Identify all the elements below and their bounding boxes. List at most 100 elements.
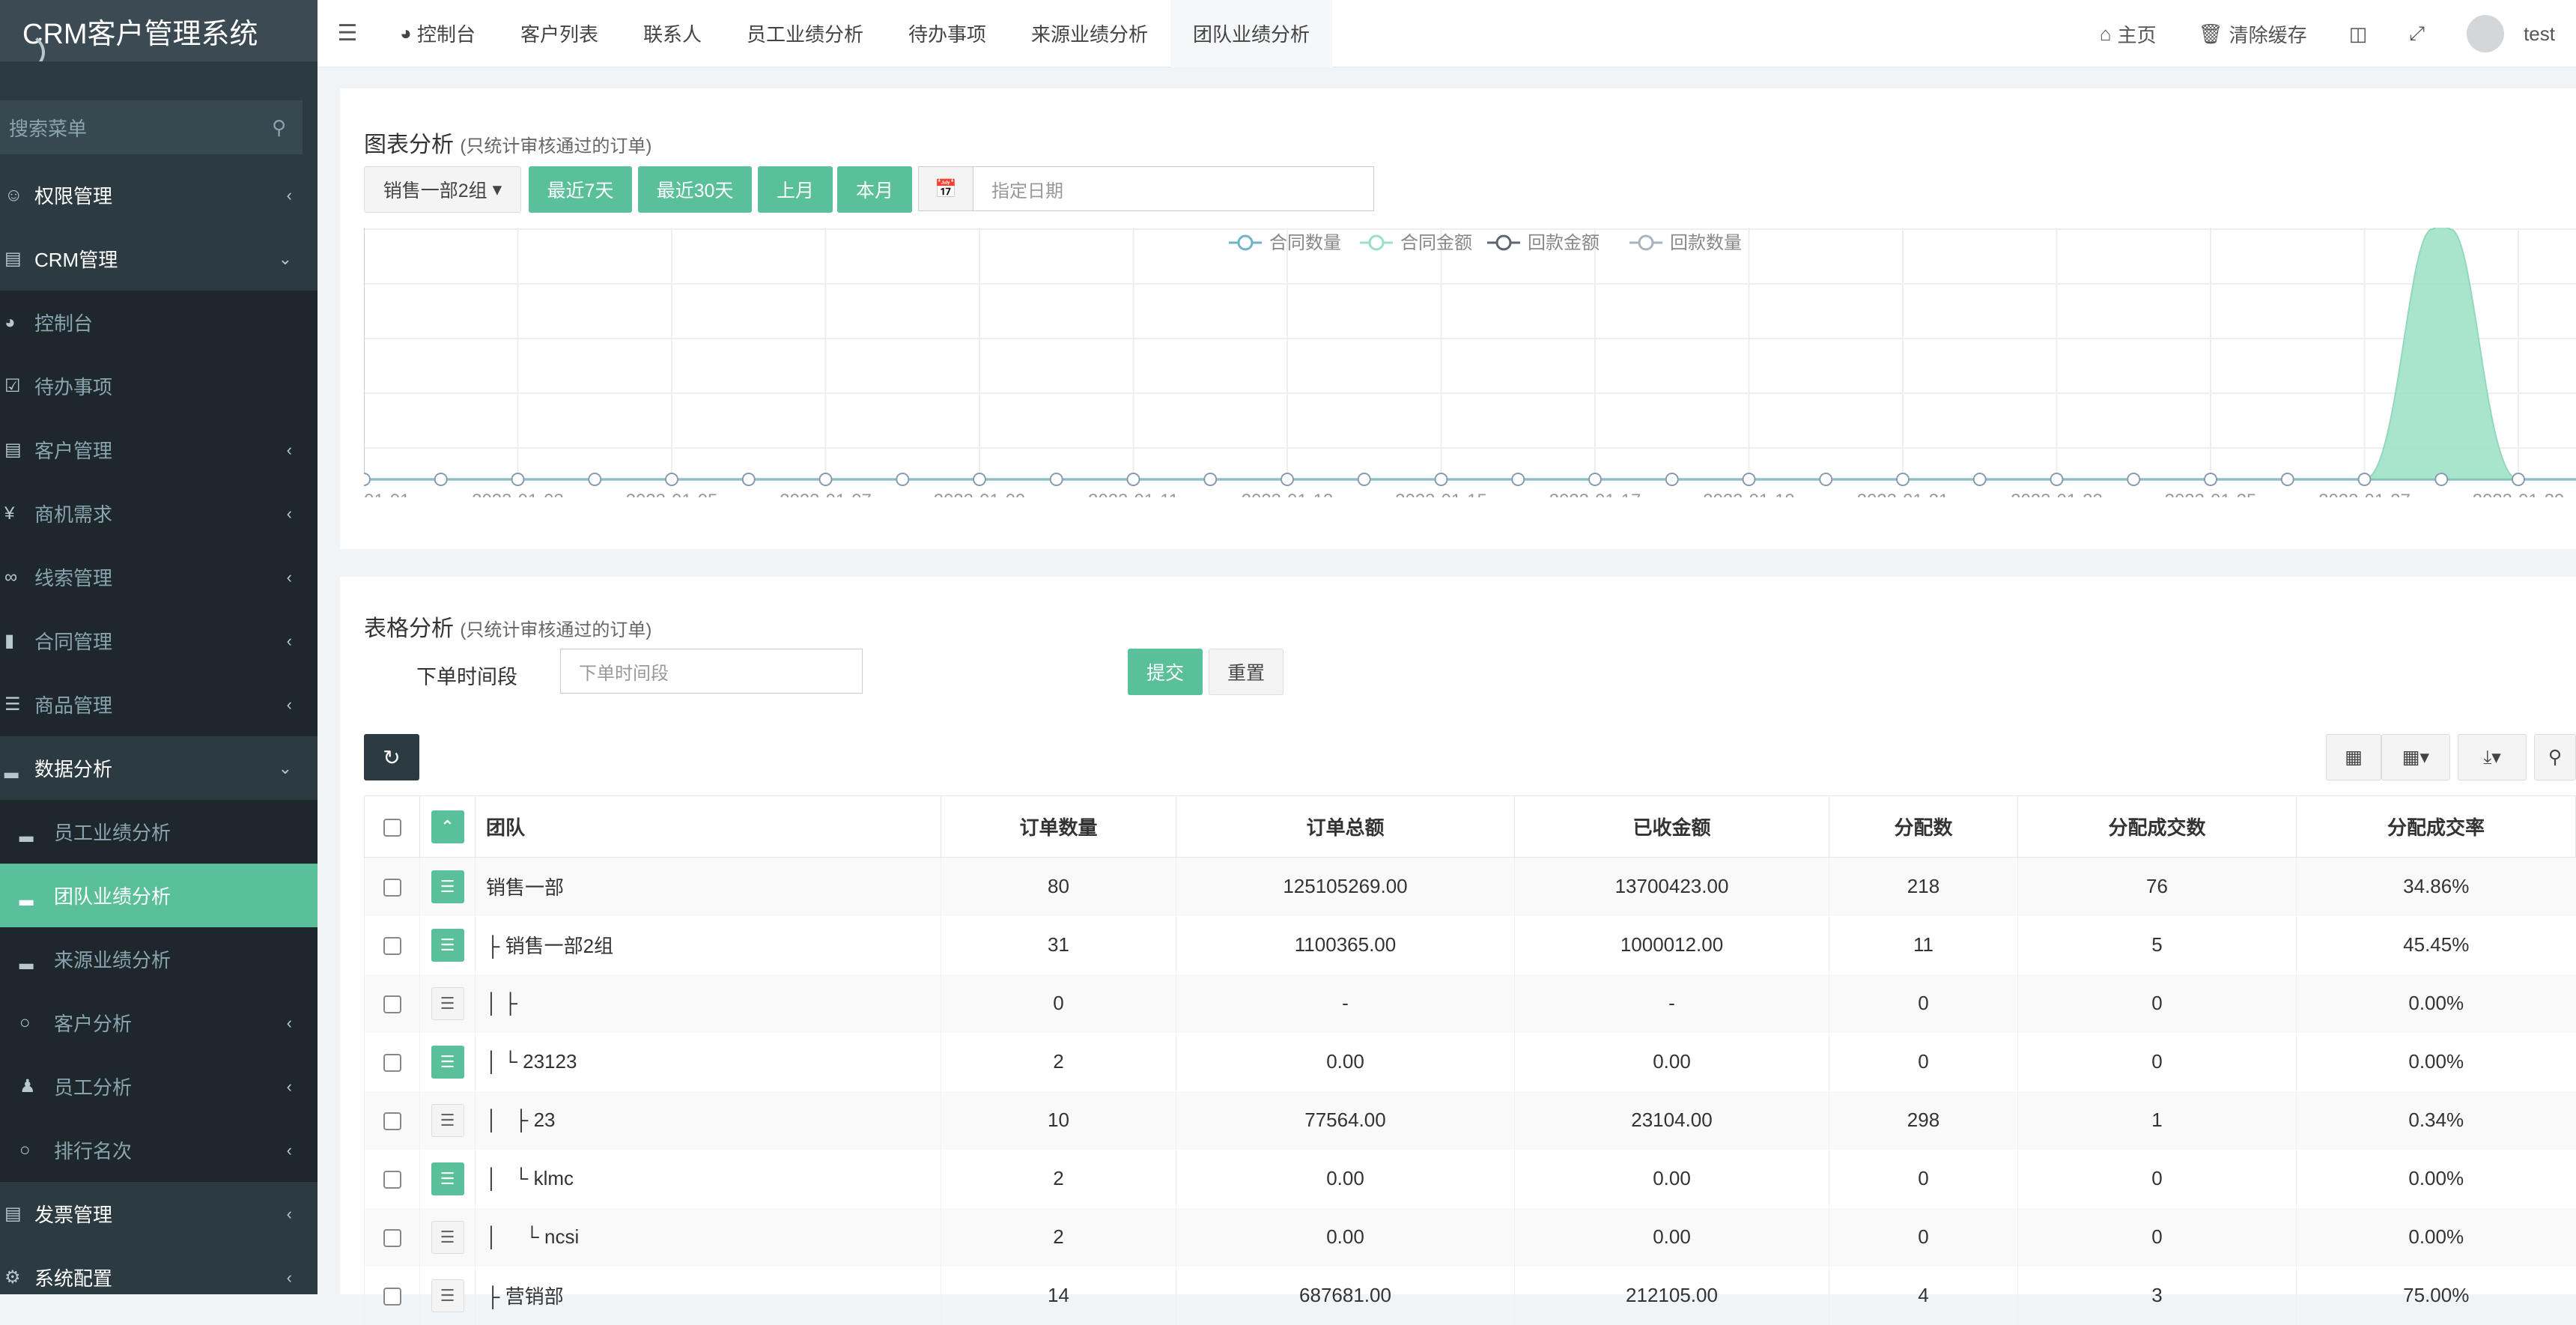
translate-icon[interactable]: ◫ bbox=[2328, 22, 2389, 46]
tab-2[interactable]: 联系人 bbox=[621, 0, 724, 67]
calendar-icon[interactable]: 📅 bbox=[918, 166, 973, 211]
sidebar-item-8[interactable]: ☰ 商品管理 ‹ bbox=[0, 673, 318, 736]
sidebar-item-1[interactable]: ▤ CRM管理 ⌄ bbox=[0, 227, 318, 291]
sidebar-item-2[interactable]: ◕ 控制台 bbox=[0, 291, 318, 354]
list-icon[interactable]: ☰ bbox=[431, 1103, 464, 1137]
table-row[interactable]: ☰ │ └ ncsi 2 0.00 0.00 0 0 0.00% bbox=[364, 1207, 2576, 1267]
chevron-left-icon: ‹ bbox=[286, 694, 292, 714]
sidebar-item-6[interactable]: ∞ 线索管理 ‹ bbox=[0, 545, 318, 609]
cell-team: ├ 销售一部2组 bbox=[475, 915, 941, 974]
sidebar-item-0[interactable]: ☺ 权限管理 ‹ bbox=[0, 163, 318, 227]
team-select[interactable]: 销售一部2组 ▾ bbox=[364, 166, 521, 213]
sidebar-item-3[interactable]: ☑ 待办事项 bbox=[0, 354, 318, 418]
sidebar-item-14[interactable]: ♟ 员工分析 ‹ bbox=[0, 1055, 318, 1118]
col-total[interactable]: 订单总额 bbox=[1176, 795, 1515, 858]
data-point bbox=[2512, 473, 2525, 486]
table-search-button[interactable]: ⚲ bbox=[2534, 734, 2576, 780]
home-link[interactable]: ⌂ 主页 bbox=[2079, 20, 2178, 48]
row-checkbox[interactable] bbox=[383, 1054, 401, 1073]
col-deals[interactable]: 分配成交数 bbox=[2017, 795, 2297, 858]
sidebar-item-15[interactable]: ○ 排行名次 ‹ bbox=[0, 1118, 318, 1182]
row-checkbox[interactable] bbox=[383, 1112, 401, 1131]
row-toggle-cell: ☰ bbox=[419, 915, 476, 974]
app-logo[interactable]: CRM客户管理系统 bbox=[0, 0, 318, 61]
refresh-button[interactable]: ↻ bbox=[364, 734, 419, 780]
table-row[interactable]: ☰ │ ├ 23 10 77564.00 23104.00 298 1 0.34% bbox=[364, 1091, 2576, 1150]
columns-button[interactable]: ▦▾ bbox=[2381, 734, 2450, 780]
sitemap-icon[interactable]: ☰ bbox=[431, 928, 464, 962]
tab-4[interactable]: 待办事项 bbox=[886, 0, 1009, 67]
row-checkbox[interactable] bbox=[383, 1171, 401, 1189]
table-row[interactable]: ☰ │ ├ 0- -0 0 0.00% bbox=[364, 974, 2576, 1033]
tab-5[interactable]: 来源业绩分析 bbox=[1009, 0, 1170, 67]
toggle-view-button[interactable]: ▦ bbox=[2326, 734, 2381, 780]
table-row[interactable]: ☰ ├ 销售一部2组 31 1100365.00 1000012.00 11 5 45.45% bbox=[364, 915, 2576, 974]
sidebar-item-16[interactable]: ▤ 发票管理 ‹ bbox=[0, 1182, 318, 1246]
table-row[interactable]: ☰ 销售一部 80 125105269.00 13700423.00 218 76 34.86… bbox=[364, 857, 2576, 916]
cell-total: 77564.00 bbox=[1176, 1091, 1515, 1150]
row-checkbox[interactable] bbox=[383, 879, 401, 897]
sidebar-item-label: 商品管理 bbox=[34, 694, 113, 717]
data-point bbox=[2357, 473, 2372, 486]
clear-cache-button[interactable]: 🗑 清除缓存 bbox=[2178, 20, 2328, 48]
menu-search[interactable]: 搜索菜单 ⚲ bbox=[0, 100, 303, 154]
select-all-checkbox[interactable] bbox=[383, 819, 401, 837]
home-icon: ⌂ bbox=[2099, 22, 2112, 45]
row-checkbox[interactable] bbox=[383, 995, 401, 1014]
row-checkbox[interactable] bbox=[383, 937, 401, 956]
tab-6[interactable]: 团队业绩分析 bbox=[1170, 0, 1333, 67]
menu-toggle-icon[interactable]: ☰ bbox=[318, 20, 377, 46]
col-received[interactable]: 已收金额 bbox=[1514, 795, 1829, 858]
trash-icon: 🗑 bbox=[2198, 22, 2223, 45]
sidebar-item-7[interactable]: ▮ 合同管理 ‹ bbox=[0, 609, 318, 673]
sitemap-icon[interactable]: ☰ bbox=[431, 1162, 464, 1195]
table-row[interactable]: ☰ ├ 营销部 14 687681.00 212105.00 4 3 75.00% bbox=[364, 1266, 2576, 1325]
export-button[interactable]: ⤓▾ bbox=[2458, 734, 2527, 780]
order-time-input[interactable]: 下单时间段 bbox=[560, 649, 863, 694]
sidebar-item-5[interactable]: ¥ 商机需求 ‹ bbox=[0, 482, 318, 545]
sidebar-item-12[interactable]: ▂ 来源业绩分析 bbox=[0, 927, 318, 991]
row-toggle-cell: ☰ bbox=[419, 974, 476, 1033]
last-30-days-button[interactable]: 最近30天 bbox=[638, 166, 752, 213]
row-checkbox[interactable] bbox=[383, 1288, 401, 1306]
list-icon[interactable]: ☰ bbox=[431, 1220, 464, 1254]
col-team[interactable]: 团队 bbox=[475, 795, 941, 858]
this-month-button[interactable]: 本月 bbox=[837, 166, 912, 213]
table-row[interactable]: ☰ │ └ klmc 2 0.00 0.00 0 0 0.00% bbox=[364, 1149, 2576, 1208]
list-icon[interactable]: ☰ bbox=[431, 986, 464, 1020]
sidebar-item-10[interactable]: ▂ 员工业绩分析 bbox=[0, 800, 318, 864]
cell-received: 13700423.00 bbox=[1514, 857, 1829, 916]
data-point bbox=[1281, 473, 1294, 486]
submit-button[interactable]: 提交 bbox=[1128, 649, 1203, 695]
user-menu[interactable]: test bbox=[2446, 15, 2576, 52]
tab-1[interactable]: 客户列表 bbox=[498, 0, 621, 67]
chart-panel-title: 图表分析 (只统计审核通过的订单) bbox=[364, 126, 651, 159]
col-rate[interactable]: 分配成交率 bbox=[2296, 795, 2576, 858]
chevron-up-icon[interactable]: ⌃ bbox=[431, 810, 464, 843]
cell-orders: 0 bbox=[941, 974, 1176, 1033]
sitemap-icon[interactable]: ☰ bbox=[431, 870, 464, 903]
row-checkbox[interactable] bbox=[383, 1229, 401, 1248]
sidebar-item-4[interactable]: ▤ 客户管理 ‹ bbox=[0, 418, 318, 482]
date-input[interactable]: 指定日期 bbox=[973, 166, 1374, 211]
col-assigned[interactable]: 分配数 bbox=[1829, 795, 2018, 858]
col-orders[interactable]: 订单数量 bbox=[941, 795, 1176, 858]
sitemap-icon[interactable]: ☰ bbox=[431, 1045, 464, 1079]
fullscreen-icon[interactable]: ⤢ bbox=[2388, 22, 2446, 46]
reset-button[interactable]: 重置 bbox=[1209, 649, 1284, 695]
tab-3[interactable]: 员工业绩分析 bbox=[724, 0, 886, 67]
table-row[interactable]: ☰ │ └ 23123 2 0.00 0.00 0 0 0.00% bbox=[364, 1032, 2576, 1091]
row-toggle-cell: ☰ bbox=[419, 1207, 476, 1267]
sidebar-item-11[interactable]: ▂ 团队业绩分析 bbox=[0, 864, 318, 927]
last-7-days-button[interactable]: 最近7天 bbox=[529, 166, 632, 213]
bar-chart-icon: ▂ bbox=[19, 885, 34, 906]
sidebar-item-9[interactable]: ▂ 数据分析 ⌄ bbox=[0, 736, 318, 800]
menu-search-input[interactable]: 搜索菜单 bbox=[9, 114, 87, 142]
list-icon[interactable]: ☰ bbox=[431, 1279, 464, 1312]
chevron-left-icon: ‹ bbox=[286, 503, 292, 523]
last-month-button[interactable]: 上月 bbox=[758, 166, 833, 213]
search-icon[interactable]: ⚲ bbox=[272, 116, 286, 139]
tab-0[interactable]: ◕ 控制台 bbox=[377, 0, 498, 67]
sidebar-item-17[interactable]: ⚙ 系统配置 ‹ bbox=[0, 1246, 318, 1294]
sidebar-item-13[interactable]: ○ 客户分析 ‹ bbox=[0, 991, 318, 1055]
